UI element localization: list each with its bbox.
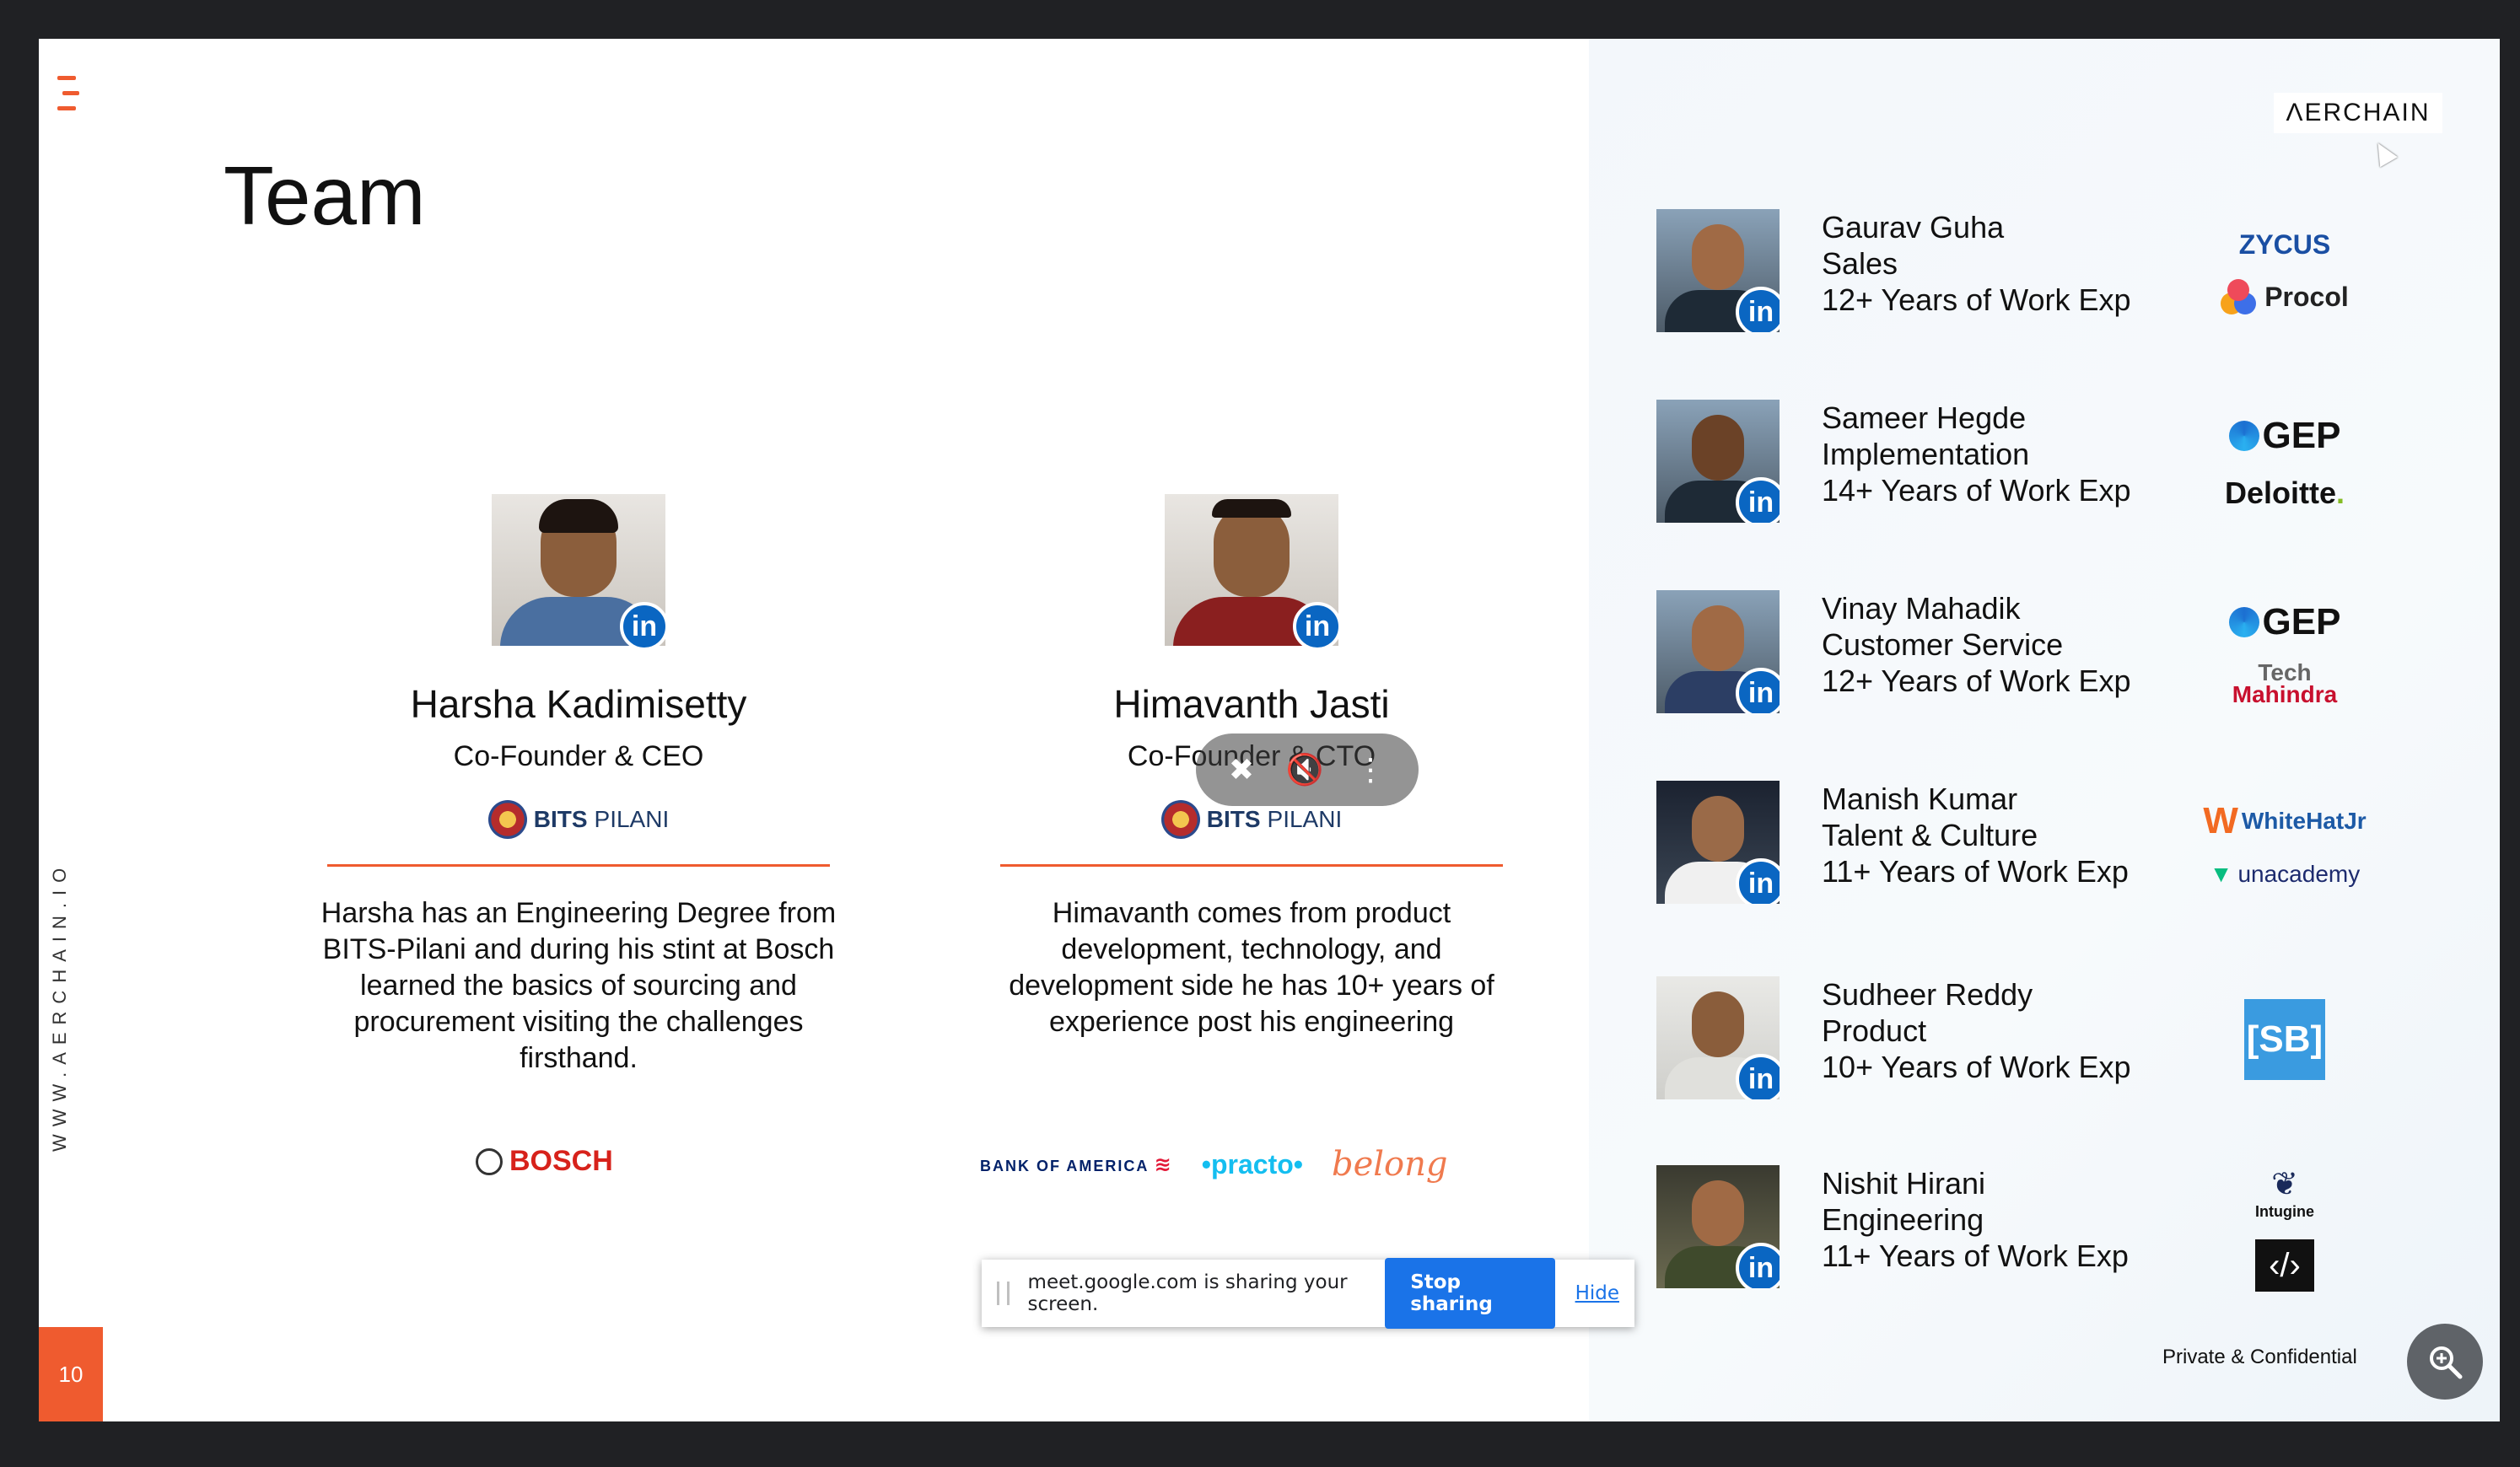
member-role: Sales — [1822, 246, 1898, 281]
more-vert-icon[interactable]: ⋮ — [1355, 752, 1386, 787]
intugine-logo: ❦ Intugine — [2255, 1167, 2314, 1220]
team-member: in Gaurav Guha Sales 12+ Years of Work E… — [1656, 209, 2415, 336]
speaker-off-icon[interactable]: 🔇 — [1286, 752, 1324, 787]
member-role: Engineering — [1822, 1202, 1984, 1237]
member-photo: in — [1656, 590, 1780, 713]
team-member: in Nishit Hirani Engineering 11+ Years o… — [1656, 1165, 2415, 1292]
team-member: in Vinay Mahadik Customer Service 12+ Ye… — [1656, 590, 2415, 717]
member-name: Sudheer Reddy — [1822, 977, 2033, 1012]
member-name: Manish Kumar — [1822, 782, 2018, 816]
confidential-label: Private & Confidential — [2162, 1346, 2357, 1368]
code-logo: ‹/› — [2255, 1239, 2314, 1292]
linkedin-icon[interactable]: in — [1736, 668, 1780, 713]
belong-logo: belong — [1331, 1145, 1448, 1184]
member-photo: in — [1656, 1165, 1780, 1288]
zycus-logo: ZYCUS — [2238, 228, 2331, 260]
page-number: 10 — [39, 1327, 103, 1421]
bosch-ring-icon — [476, 1147, 503, 1175]
linkedin-icon[interactable]: in — [1293, 602, 1342, 651]
founder-bio: Harsha has an Engineering Degree from BI… — [320, 897, 837, 1074]
member-photo: in — [1656, 781, 1780, 904]
divider — [1000, 864, 1503, 867]
member-role: Talent & Culture — [1822, 818, 2038, 852]
member-experience: 11+ Years of Work Exp — [1822, 1239, 2129, 1273]
linkedin-icon[interactable]: in — [1736, 1054, 1780, 1099]
member-experience: 14+ Years of Work Exp — [1822, 473, 2131, 508]
linkedin-icon[interactable]: in — [1736, 477, 1780, 523]
founder-company-logos: BOSCH — [476, 1145, 613, 1178]
member-photo: in — [1656, 400, 1780, 523]
share-message: meet.google.com is sharing your screen. — [1027, 1271, 1348, 1315]
member-photo: in — [1656, 209, 1780, 332]
founder-bio: Himavanth comes from product development… — [1009, 897, 1494, 1038]
linkedin-icon[interactable]: in — [1736, 858, 1780, 904]
practo-logo: •practo• — [1201, 1148, 1303, 1180]
drag-handle[interactable] — [997, 1282, 1010, 1305]
tech-mahindra-logo: Tech Mahindra — [2232, 659, 2338, 707]
member-experience: 12+ Years of Work Exp — [1822, 664, 2131, 698]
linkedin-icon[interactable]: in — [1736, 1243, 1780, 1288]
whitehat-jr-logo: W WhiteHatJr — [2203, 800, 2367, 841]
unacademy-logo: ▼ unacademy — [2209, 861, 2361, 887]
zoom-in-button[interactable] — [2407, 1324, 2483, 1400]
member-experience: 11+ Years of Work Exp — [1822, 854, 2129, 889]
founder-role: Co-Founder & CEO — [453, 740, 704, 772]
divider — [327, 864, 830, 867]
member-experience: 10+ Years of Work Exp — [1822, 1050, 2131, 1084]
team-member: in Sameer Hegde Implementation 14+ Years… — [1656, 400, 2415, 526]
bosch-logo: BOSCH — [476, 1145, 613, 1178]
procol-logo: Procol — [2221, 278, 2349, 316]
bits-pilani-logo: BITS PILANI — [309, 800, 848, 839]
website-url: WWW.AERCHAIN.IO — [49, 860, 70, 1152]
member-name: Sameer Hegde — [1822, 400, 2027, 435]
presenter-overlay-controls: ✖ 🔇 ⋮ — [1196, 734, 1419, 806]
founder-card-ceo: in Harsha Kadimisetty Co-Founder & CEO B… — [309, 494, 848, 1077]
mic-off-icon[interactable]: ✖ — [1229, 752, 1254, 787]
founder-name: Himavanth Jasti — [1113, 682, 1390, 726]
stop-sharing-button[interactable]: Stop sharing — [1385, 1258, 1555, 1329]
linkedin-icon[interactable]: in — [620, 602, 669, 651]
bits-seal-icon — [1160, 800, 1200, 839]
aerchain-logo: ΛERCHAIN — [2274, 93, 2442, 133]
member-role: Implementation — [1822, 437, 2030, 471]
hide-link[interactable]: Hide — [1575, 1282, 1619, 1304]
deloitte-logo: Deloitte. — [2224, 476, 2345, 510]
member-name: Gaurav Guha — [1822, 210, 2005, 244]
member-experience: 12+ Years of Work Exp — [1822, 282, 2131, 317]
team-member: in Manish Kumar Talent & Culture 11+ Yea… — [1656, 781, 2415, 907]
sb-logo: [SB] — [2244, 999, 2325, 1080]
founder-name: Harsha Kadimisetty — [410, 682, 747, 726]
menu-icon[interactable] — [57, 76, 83, 113]
member-role: Customer Service — [1822, 627, 2064, 662]
member-photo: in — [1656, 976, 1780, 1099]
linkedin-icon[interactable]: in — [1736, 287, 1780, 332]
gep-logo: GEP — [2228, 601, 2340, 643]
slide-title: Team — [223, 149, 426, 242]
zoom-in-icon — [2430, 1346, 2463, 1379]
team-member: in Sudheer Reddy Product 10+ Years of Wo… — [1656, 976, 2415, 1103]
bank-of-america-logo: BANK OF AMERICA ≋ — [980, 1153, 1173, 1176]
founder-company-logos: BANK OF AMERICA ≋ •practo• belong — [980, 1145, 1448, 1184]
gep-logo: GEP — [2228, 415, 2340, 457]
screen-share-bar: meet.google.com is sharing your screen. … — [982, 1258, 1634, 1329]
member-role: Product — [1822, 1013, 1927, 1048]
bits-seal-icon — [487, 800, 527, 839]
member-name: Nishit Hirani — [1822, 1166, 1986, 1201]
presentation-slide: Team WWW.AERCHAIN.IO 10 in Harsha Kadimi… — [39, 39, 2500, 1421]
member-name: Vinay Mahadik — [1822, 591, 2021, 626]
